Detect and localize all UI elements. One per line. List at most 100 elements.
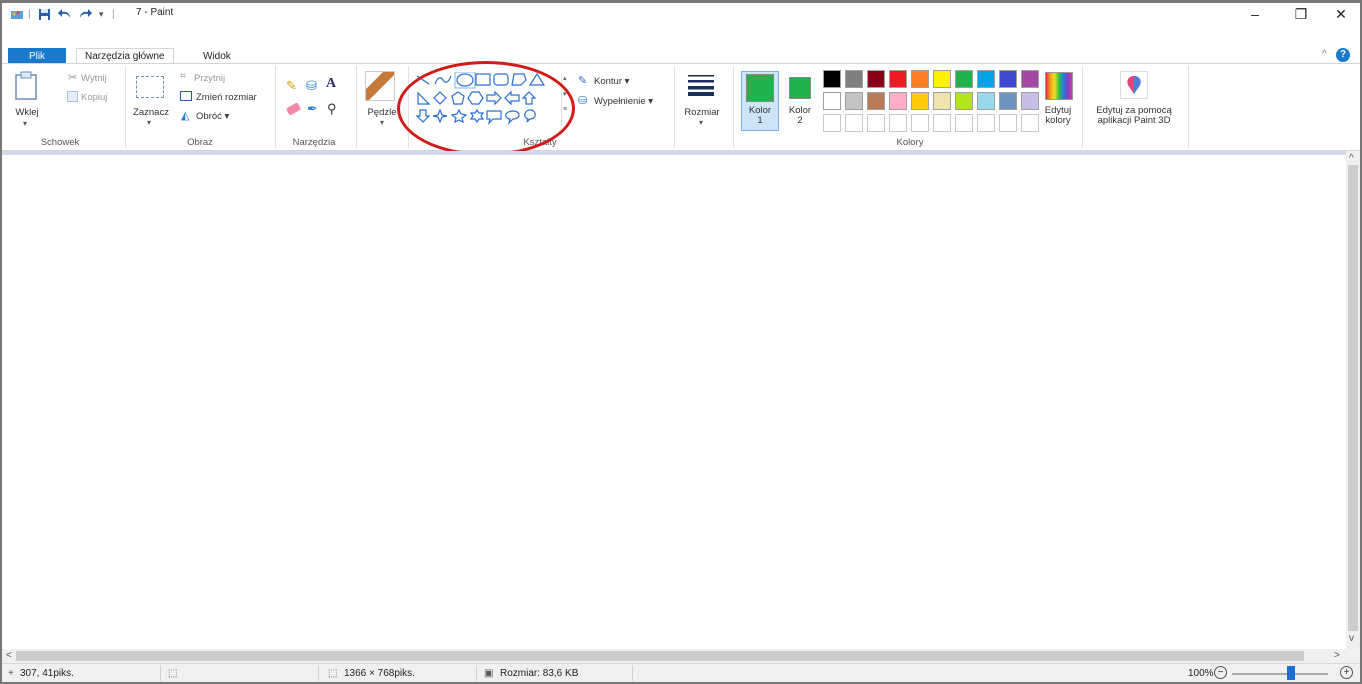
select-button-label[interactable]: Zaznacz: [131, 107, 171, 118]
custom-color-slot[interactable]: [867, 114, 885, 132]
shape-arrow-down-icon: [415, 109, 431, 123]
size-dropdown-icon[interactable]: ▾: [699, 118, 703, 127]
brushes-dropdown-icon[interactable]: ▾: [380, 118, 384, 127]
custom-color-slot[interactable]: [999, 114, 1017, 132]
custom-color-slot[interactable]: [823, 114, 841, 132]
color-swatch[interactable]: [845, 92, 863, 110]
crop-icon: ⌗: [180, 71, 186, 82]
color-swatch[interactable]: [999, 70, 1017, 88]
size-icon[interactable]: [688, 74, 714, 96]
paste-dropdown-icon[interactable]: ▾: [23, 119, 27, 128]
collapse-ribbon-icon[interactable]: ^: [1322, 49, 1327, 60]
edit-colors-icon[interactable]: [1045, 72, 1073, 100]
color2-swatch[interactable]: [789, 77, 811, 99]
shapes-scroll[interactable]: ▴ ▾ ≡: [561, 74, 569, 126]
color-swatch[interactable]: [845, 70, 863, 88]
drawing-canvas[interactable]: [2, 151, 1346, 649]
color-swatch[interactable]: [999, 92, 1017, 110]
custom-color-slot[interactable]: [933, 114, 951, 132]
zoom-slider[interactable]: [1232, 673, 1328, 675]
color2-label[interactable]: Kolor 2: [781, 106, 819, 126]
shape-callout-rect-icon: [486, 110, 502, 125]
separator: [632, 665, 633, 681]
select-icon[interactable]: [136, 76, 164, 98]
outline-button[interactable]: Kontur ▾: [594, 76, 629, 87]
paste-icon[interactable]: [14, 71, 38, 101]
tab-home[interactable]: Narzędzia główne: [76, 48, 174, 64]
size-button-label[interactable]: Rozmiar: [680, 107, 724, 118]
custom-color-slot[interactable]: [955, 114, 973, 132]
zoom-slider-thumb[interactable]: [1287, 666, 1295, 680]
shape-line-icon: [416, 75, 430, 85]
redo-icon[interactable]: [78, 6, 92, 22]
paint3d-button[interactable]: Edytuj za pomocą aplikacji Paint 3D: [1086, 106, 1182, 126]
shapes-expand-icon[interactable]: ≡: [563, 106, 569, 113]
restore-button[interactable]: ❐: [1281, 3, 1321, 25]
copy-button[interactable]: Kopiuj: [81, 92, 107, 103]
scroll-up-icon[interactable]: ^: [1349, 153, 1354, 164]
custom-color-slot[interactable]: [911, 114, 929, 132]
scroll-right-icon[interactable]: >: [1334, 650, 1340, 661]
color-swatch[interactable]: [955, 92, 973, 110]
shapes-gallery[interactable]: [415, 71, 565, 129]
color-swatch[interactable]: [867, 92, 885, 110]
app-icon[interactable]: [10, 6, 24, 22]
tab-view[interactable]: Widok: [195, 48, 239, 64]
rotate-icon: ◭: [181, 110, 190, 122]
zoom-out-icon[interactable]: −: [1214, 666, 1227, 679]
crop-button[interactable]: Przytnij: [194, 73, 225, 84]
undo-icon[interactable]: [58, 6, 72, 22]
horizontal-scroll-thumb[interactable]: [16, 651, 1304, 661]
zoom-level: 100%: [1188, 668, 1214, 679]
scroll-down-icon[interactable]: v: [1349, 633, 1354, 644]
fill-icon: ⛁: [578, 95, 588, 107]
color-swatch[interactable]: [911, 70, 929, 88]
zoom-in-icon[interactable]: +: [1340, 666, 1353, 679]
shapes-gallery-svg[interactable]: [415, 71, 565, 126]
color-swatch[interactable]: [889, 92, 907, 110]
tab-file[interactable]: Plik: [8, 48, 66, 64]
fill-button[interactable]: Wypełnienie ▾: [594, 96, 653, 107]
shapes-scroll-down-icon[interactable]: ▾: [563, 90, 569, 98]
color-picker-icon[interactable]: ✒: [307, 101, 318, 117]
paint3d-icon[interactable]: [1120, 71, 1148, 99]
image-size-icon: ⬚: [328, 668, 338, 679]
magnifier-icon[interactable]: ⚲: [327, 101, 337, 117]
color-swatch[interactable]: [1021, 70, 1039, 88]
fill-bucket-icon[interactable]: ⛁: [306, 78, 317, 94]
cut-button[interactable]: Wytnij: [81, 73, 107, 84]
scroll-left-icon[interactable]: <: [6, 650, 12, 661]
color-swatch[interactable]: [933, 92, 951, 110]
brush-icon[interactable]: [365, 71, 395, 101]
color-swatch[interactable]: [867, 70, 885, 88]
custom-color-slot[interactable]: [889, 114, 907, 132]
color-swatch[interactable]: [911, 92, 929, 110]
copy-icon: [67, 91, 78, 102]
color-swatch[interactable]: [977, 70, 995, 88]
color-swatch[interactable]: [889, 70, 907, 88]
color2-label-line2: 2: [797, 115, 803, 126]
pencil-icon[interactable]: ✎: [286, 78, 297, 94]
customize-qa-icon[interactable]: ▾: [99, 6, 104, 22]
shape-star5-icon: [450, 108, 468, 124]
brushes-button-label[interactable]: Pędzle: [362, 107, 402, 118]
vertical-scroll-thumb[interactable]: [1348, 165, 1358, 631]
resize-button[interactable]: Zmień rozmiar: [196, 92, 257, 103]
color-swatch[interactable]: [823, 70, 841, 88]
color-swatch[interactable]: [823, 92, 841, 110]
rotate-button[interactable]: Obróć ▾: [196, 111, 229, 122]
text-tool-icon[interactable]: A: [326, 76, 336, 92]
edit-colors-button[interactable]: Edytuj kolory: [1036, 106, 1080, 126]
color-swatch[interactable]: [955, 70, 973, 88]
help-icon[interactable]: ?: [1336, 48, 1350, 62]
custom-color-slot[interactable]: [977, 114, 995, 132]
save-icon[interactable]: [38, 6, 51, 22]
close-button[interactable]: ✕: [1321, 3, 1361, 25]
paste-button-label[interactable]: Wklej: [11, 107, 43, 118]
minimize-button[interactable]: –: [1235, 3, 1275, 25]
color-swatch[interactable]: [977, 92, 995, 110]
select-dropdown-icon[interactable]: ▾: [147, 118, 151, 127]
shapes-scroll-up-icon[interactable]: ▴: [563, 74, 569, 82]
color-swatch[interactable]: [933, 70, 951, 88]
custom-color-slot[interactable]: [845, 114, 863, 132]
